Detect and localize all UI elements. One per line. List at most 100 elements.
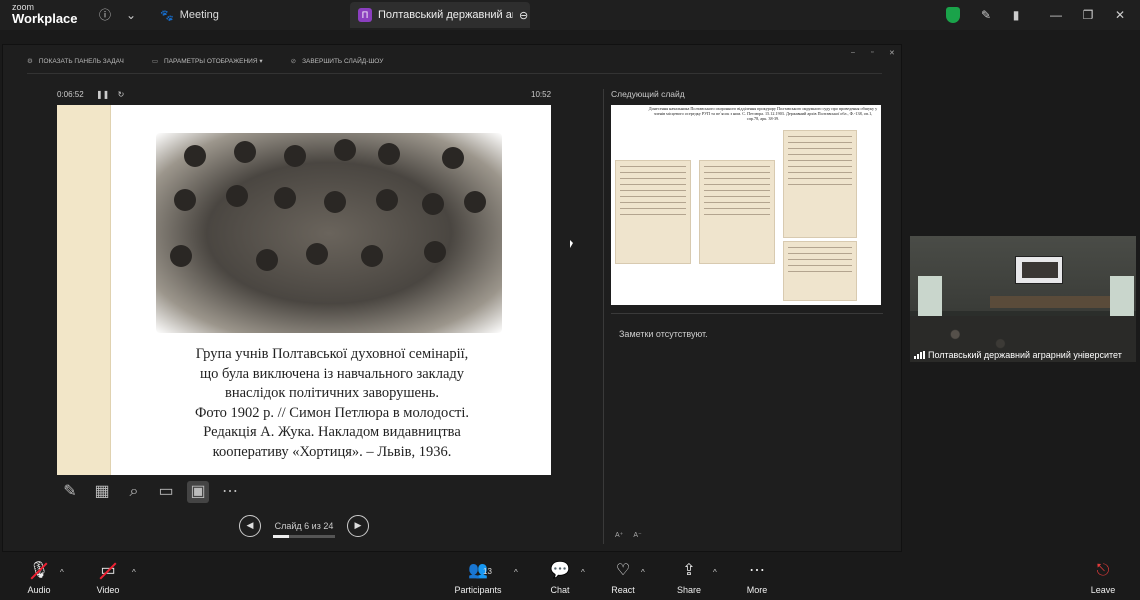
annotate-pen-icon[interactable]: ✎: [978, 7, 994, 23]
video-options-caret[interactable]: ^: [132, 568, 136, 577]
participants-label: Participants: [454, 585, 502, 595]
share-restore-icon[interactable]: ▫: [871, 49, 873, 56]
meeting-controls: 🎙 Audio ^ ▭ Video ^ 👥13 Participants ^ 💬…: [0, 558, 1140, 600]
leave-button[interactable]: ⎋ Leave: [1078, 560, 1128, 595]
minimize-icon[interactable]: —: [1048, 7, 1064, 23]
document-scan: [783, 241, 857, 301]
display-settings-label: ПАРАМЕТРЫ ОТОБРАЖЕНИЯ ▾: [163, 58, 263, 65]
chat-label: Chat: [550, 585, 570, 595]
react-label: React: [611, 585, 635, 595]
slide-navigation: ◀ Слайд 6 из 24 ▶: [239, 515, 369, 538]
caption-line: внаслідок політичних заворушень.: [225, 385, 439, 401]
end-show-icon: ⊘: [290, 58, 297, 65]
all-slides-icon[interactable]: ▦: [91, 481, 113, 503]
pause-icon[interactable]: ❚❚: [96, 90, 109, 99]
react-options-caret[interactable]: ^: [641, 568, 645, 577]
chat-icon: 💬: [550, 562, 570, 579]
participant-name-text: Полтавський державний аграрний університ…: [928, 350, 1122, 360]
video-button[interactable]: ▭ Video: [83, 560, 133, 595]
paw-icon: 🐾: [160, 9, 174, 22]
camera-icon[interactable]: ▣: [187, 481, 209, 503]
increase-font-icon[interactable]: A⁺: [615, 531, 623, 539]
next-slide-label: Следующий слайд: [611, 89, 685, 99]
show-taskbar-label: ПОКАЗАТЬ ПАНЕЛЬ ЗАДАЧ: [38, 58, 124, 65]
participants-options-caret[interactable]: ^: [514, 568, 518, 577]
caption-line: Фото 1902 р. // Симон Петлюра в молодост…: [194, 404, 470, 421]
microphone-muted-icon: 🎙: [14, 560, 64, 582]
security-shield-icon[interactable]: [946, 7, 960, 23]
previous-slide-button[interactable]: ◀: [239, 515, 261, 537]
next-slide-text: Донесення начальника Полтавського охорон…: [648, 106, 878, 121]
next-slide-preview[interactable]: Донесення начальника Полтавського охорон…: [611, 105, 881, 305]
document-scan: [783, 130, 857, 238]
zoom-in-icon[interactable]: ⌕: [123, 481, 145, 503]
camera-off-icon: ▭: [83, 560, 133, 582]
slide-book-spine: [57, 105, 111, 475]
info-icon[interactable]: ⓘ: [96, 6, 114, 24]
more-icon: ⋯: [749, 562, 765, 579]
zoom-logo: zoom Workplace: [12, 3, 78, 26]
shared-screen: – ▫ ✕ ⚙ ПОКАЗАТЬ ПАНЕЛЬ ЗАДАЧ ▭ ПАРАМЕТРЫ …: [2, 44, 902, 552]
close-icon[interactable]: ✕: [1112, 7, 1128, 23]
video-stage: [990, 296, 1110, 308]
slide-counter: Слайд 6 из 24: [273, 521, 335, 538]
presenter-toolbar: ⚙ ПОКАЗАТЬ ПАНЕЛЬ ЗАДАЧ ▭ ПАРАМЕТРЫ ОТОБРА…: [27, 57, 383, 65]
audio-options-caret[interactable]: ^: [60, 568, 64, 577]
show-taskbar-button[interactable]: ⚙ ПОКАЗАТЬ ПАНЕЛЬ ЗАДАЧ: [27, 57, 124, 65]
chat-options-caret[interactable]: ^: [581, 568, 585, 577]
decrease-font-icon[interactable]: A⁻: [633, 531, 641, 539]
participants-button[interactable]: 👥 13 Participants: [453, 560, 503, 595]
group-photo: [156, 133, 502, 333]
brand-line2: Workplace: [12, 11, 78, 26]
display-icon: ▭: [151, 58, 158, 65]
restore-icon[interactable]: ❐: [1080, 7, 1096, 23]
participants-count: 13: [483, 567, 492, 576]
black-screen-icon[interactable]: ▭: [155, 481, 177, 503]
slideshow-timer: 0:06:52 ❚❚ ↻: [57, 90, 124, 99]
tab-badge: П: [358, 8, 372, 22]
more-button[interactable]: ⋯ More: [732, 560, 782, 595]
tab-meeting[interactable]: 🐾 Meeting: [160, 4, 219, 26]
current-slide: Група учнів Полтавської духовної семінар…: [57, 105, 551, 475]
divider: [27, 73, 882, 74]
chat-button[interactable]: 💬 Chat: [535, 560, 585, 595]
caption-line: Група учнів Полтавської духовної семінар…: [195, 346, 469, 362]
more-options-icon[interactable]: ⊖: [519, 9, 528, 22]
share-min-icon[interactable]: –: [851, 49, 855, 56]
share-label: Share: [676, 585, 702, 595]
tab-meeting-label: Meeting: [179, 9, 219, 21]
share-button[interactable]: ⇪ Share: [664, 560, 714, 595]
share-options-caret[interactable]: ^: [713, 568, 717, 577]
more-options-icon[interactable]: ⋯: [219, 481, 241, 503]
slide-progress-fill: [273, 535, 289, 538]
leave-icon: ⎋: [1096, 562, 1110, 579]
caption-line: що була виключена із навчального закладу: [199, 365, 465, 382]
chevron-down-icon[interactable]: ⌄: [122, 6, 140, 24]
participant-name: Полтавський державний аграрний університ…: [914, 350, 1122, 360]
mouse-cursor: [570, 240, 573, 248]
video-projection-screen: [1015, 256, 1063, 284]
participants-icon: 👥 13: [453, 560, 503, 582]
end-slideshow-label: ЗАВЕРШИТЬ СЛАЙД-ШОУ: [302, 58, 384, 65]
taskbar-icon: ⚙: [27, 58, 33, 65]
pane-divider[interactable]: [603, 89, 604, 544]
pen-tool-icon[interactable]: ✎: [59, 481, 81, 503]
document-scan: [615, 160, 691, 264]
end-slideshow-button[interactable]: ⊘ ЗАВЕРШИТЬ СЛАЙД-ШОУ: [291, 57, 384, 65]
reset-timer-icon[interactable]: ↻: [118, 90, 125, 99]
caption-line: кооперативу «Хортиця». – Львів, 1936.: [212, 443, 452, 460]
participant-video-tile[interactable]: Полтавський державний аграрний університ…: [910, 236, 1136, 362]
slide-progress: [273, 535, 335, 538]
tab-shared-screen[interactable]: П Полтавський державний аграрни ⊖: [350, 2, 530, 28]
share-close-icon[interactable]: ✕: [889, 49, 895, 57]
slide-counter-text: Слайд 6 из 24: [274, 521, 334, 531]
audio-button[interactable]: 🎙 Audio: [14, 560, 64, 595]
audio-label: Audio: [27, 585, 51, 595]
display-settings-button[interactable]: ▭ ПАРАМЕТРЫ ОТОБРАЖЕНИЯ ▾: [152, 57, 263, 65]
next-slide-button[interactable]: ▶: [347, 515, 369, 537]
view-layout-icon[interactable]: ▮: [1008, 7, 1024, 23]
react-button[interactable]: ♡ React: [598, 560, 648, 595]
notes-divider: [611, 313, 883, 314]
slide-caption: Група учнів Полтавської духовної семінар…: [157, 345, 507, 462]
share-screen-icon: ⇪: [682, 562, 696, 579]
